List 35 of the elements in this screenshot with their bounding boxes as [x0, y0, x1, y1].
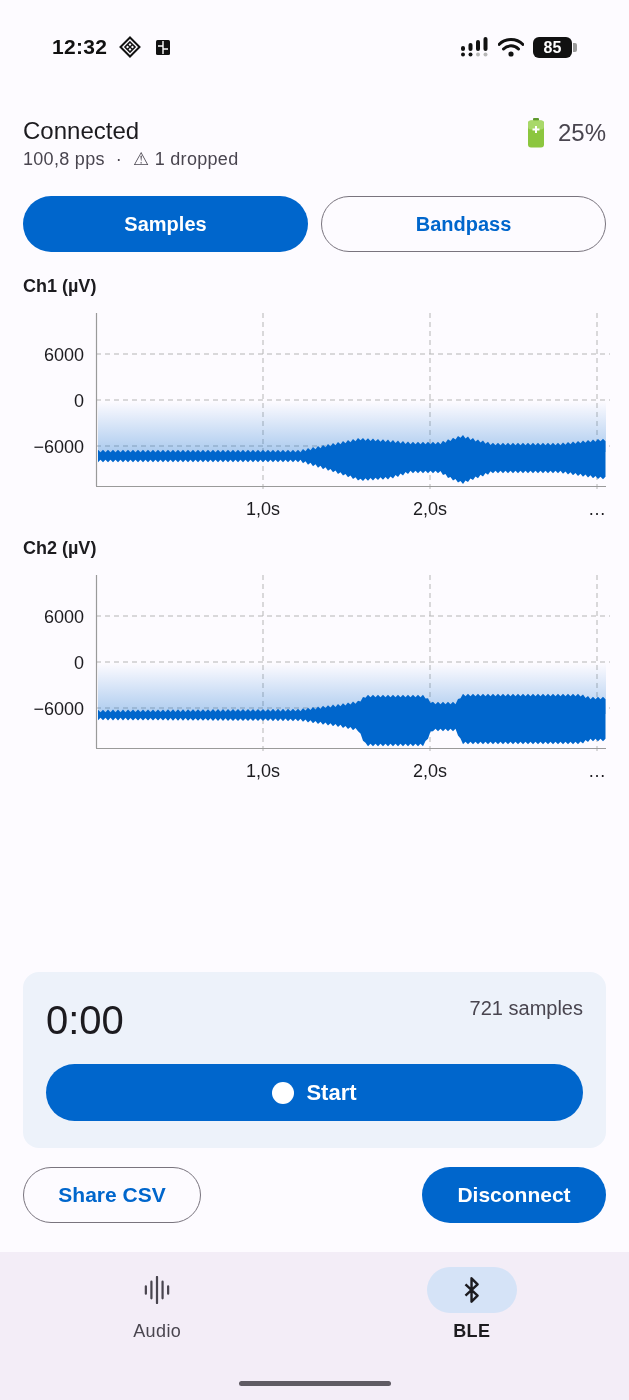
x-tick-label: 2,0s	[413, 499, 447, 519]
waveform-icon	[144, 1276, 171, 1304]
separator: ·	[115, 148, 123, 171]
status-time: 12:32	[52, 35, 108, 59]
x-tick-label: …	[588, 761, 606, 781]
y-tick-label: 6000	[43, 344, 84, 365]
chart-title: Ch2 (µV)	[23, 537, 98, 560]
y-tick-label: 0	[74, 390, 84, 411]
y-tick-label: −6000	[33, 698, 84, 719]
battery-level: 85	[533, 36, 572, 58]
start-button[interactable]: Start	[46, 1064, 583, 1121]
chart-title: Ch1 (µV)	[23, 275, 98, 298]
action-button[interactable]: Disconnect	[422, 1167, 606, 1223]
dropped-count: ⚠ 1 dropped	[133, 148, 239, 171]
view-tab[interactable]: Samples	[23, 196, 308, 252]
y-tick-label: 6000	[43, 606, 84, 627]
elapsed-time: 0:00	[46, 997, 124, 1044]
wifi-icon	[498, 37, 524, 57]
x-tick-label: …	[588, 499, 606, 519]
connection-status: Connected	[23, 116, 141, 146]
battery-percent: 25%	[557, 118, 606, 148]
battery-cap-icon	[573, 42, 577, 52]
sample-count: 721 samples	[469, 996, 583, 1020]
record-dot-icon	[272, 1081, 295, 1104]
x-tick-label: 1,0s	[246, 499, 280, 519]
nav-tab[interactable]: Audio	[112, 1267, 203, 1343]
app-square-icon	[156, 39, 171, 55]
x-tick-label: 1,0s	[246, 761, 280, 781]
signal-icon	[461, 37, 489, 57]
packet-rate: 100,8 pps	[23, 148, 105, 171]
diamond-icon	[119, 36, 142, 58]
y-tick-label: 0	[74, 652, 84, 673]
battery-icon	[526, 118, 545, 148]
x-tick-label: 2,0s	[413, 761, 447, 781]
y-tick-label: −6000	[33, 436, 84, 457]
